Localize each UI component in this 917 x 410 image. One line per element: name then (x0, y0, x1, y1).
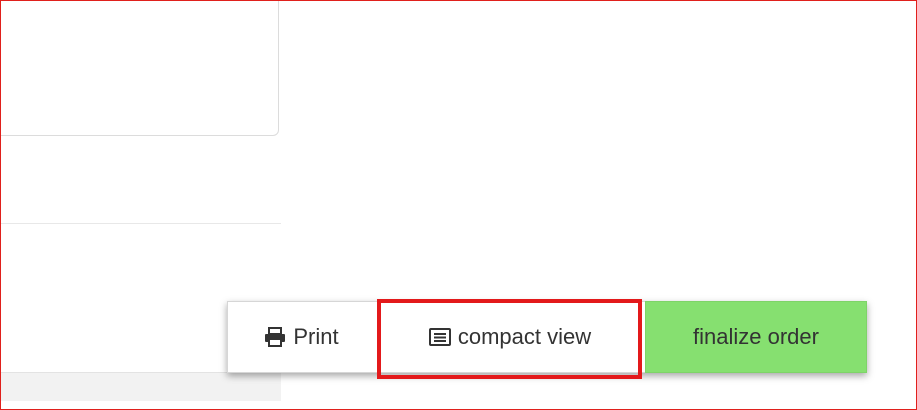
action-toolbar: Print compact view finalize order (227, 301, 867, 373)
list-view-icon (428, 328, 451, 346)
print-button[interactable]: Print (227, 301, 375, 373)
finalize-order-button[interactable]: finalize order (645, 301, 867, 373)
screenshot-frame: Print compact view finalize order (0, 0, 917, 410)
finalize-order-label: finalize order (693, 324, 819, 349)
compact-view-label: compact view (457, 324, 592, 349)
compact-view-button[interactable]: compact view (375, 301, 645, 373)
printer-icon (264, 327, 286, 347)
bottom-strip (1, 372, 281, 401)
divider (1, 223, 281, 224)
content-card (1, 1, 279, 136)
print-label: Print (293, 324, 339, 349)
